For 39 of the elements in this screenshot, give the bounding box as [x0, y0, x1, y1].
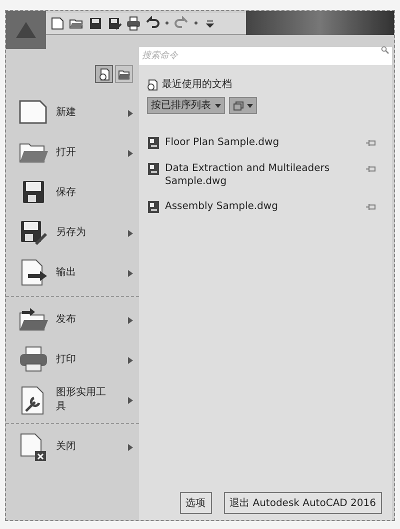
- open-documents-toggle[interactable]: [115, 65, 133, 83]
- caret-icon: [215, 104, 221, 108]
- pin-icon[interactable]: [366, 139, 376, 147]
- recent-file-link[interactable]: Assembly Sample.dwg: [165, 200, 340, 213]
- recent-documents-icon: [147, 78, 158, 90]
- printer-icon[interactable]: [126, 16, 141, 31]
- recent-file-link[interactable]: Data Extraction and Multileaders Sample.dwg: [165, 162, 340, 188]
- drawing-file-icon: [147, 200, 160, 214]
- menu-item-label: 图形实用工具: [56, 386, 107, 414]
- search-field[interactable]: 搜索命令: [139, 47, 392, 65]
- exit-button[interactable]: 退出 Autodesk AutoCAD 2016: [224, 492, 382, 514]
- menu-item-label: 另存为: [56, 226, 87, 240]
- caret-icon: [247, 104, 253, 108]
- new-icon[interactable]: [50, 16, 65, 31]
- clock-file-icon: [98, 68, 110, 80]
- recent-documents-toggle[interactable]: [95, 65, 113, 83]
- menu-item-label: 打开: [56, 146, 77, 160]
- drawing-file-icon: [147, 162, 160, 176]
- save-icon[interactable]: [88, 16, 103, 31]
- save-as-icon[interactable]: [107, 16, 122, 31]
- drawing-file-icon: [147, 136, 160, 150]
- recent-documents-title: 最近使用的文档: [162, 78, 232, 92]
- floppy-disk-pencil-icon: [18, 218, 50, 248]
- sort-dropdown[interactable]: 按已排序列表: [147, 97, 225, 114]
- menu-item-label: 打印: [56, 353, 77, 367]
- folder-icon: [118, 68, 130, 80]
- view-dropdown[interactable]: [229, 97, 257, 114]
- options-button[interactable]: 选项: [180, 492, 212, 514]
- pin-icon[interactable]: [366, 203, 376, 211]
- copy-icon: [233, 100, 244, 110]
- recent-file-link[interactable]: Floor Plan Sample.dwg: [165, 136, 340, 149]
- menu-item-label: 发布: [56, 313, 77, 327]
- menu-item-label: 保存: [56, 186, 77, 200]
- pin-icon[interactable]: [366, 165, 376, 173]
- menu-item-label: 新建: [56, 106, 77, 120]
- menu-item-label: 输出: [56, 266, 77, 280]
- search-icon: [381, 46, 389, 54]
- menu-item-label: 关闭: [56, 440, 77, 454]
- undo-icon[interactable]: [145, 16, 160, 31]
